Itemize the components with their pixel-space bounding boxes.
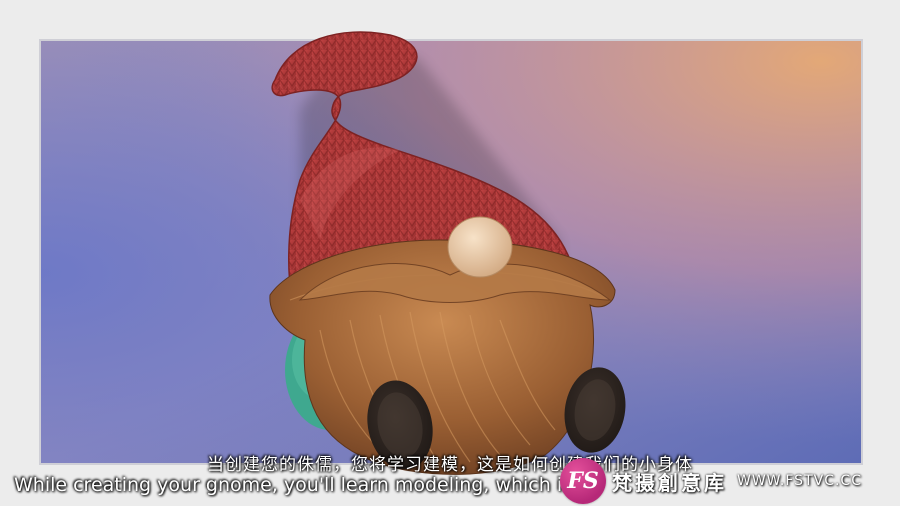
gnome-nose [447,216,513,278]
gnome-render-scene [0,0,900,506]
watermark-url: WWW.FSTVC.CC [737,473,862,489]
watermark: FS 梵摄創意库 WWW.FSTVC.CC [560,458,900,504]
watermark-logo-icon: FS [560,458,606,504]
subtitle-english: While creating your gnome, you'll learn … [14,474,591,496]
watermark-brand: 梵摄創意库 [612,470,727,495]
